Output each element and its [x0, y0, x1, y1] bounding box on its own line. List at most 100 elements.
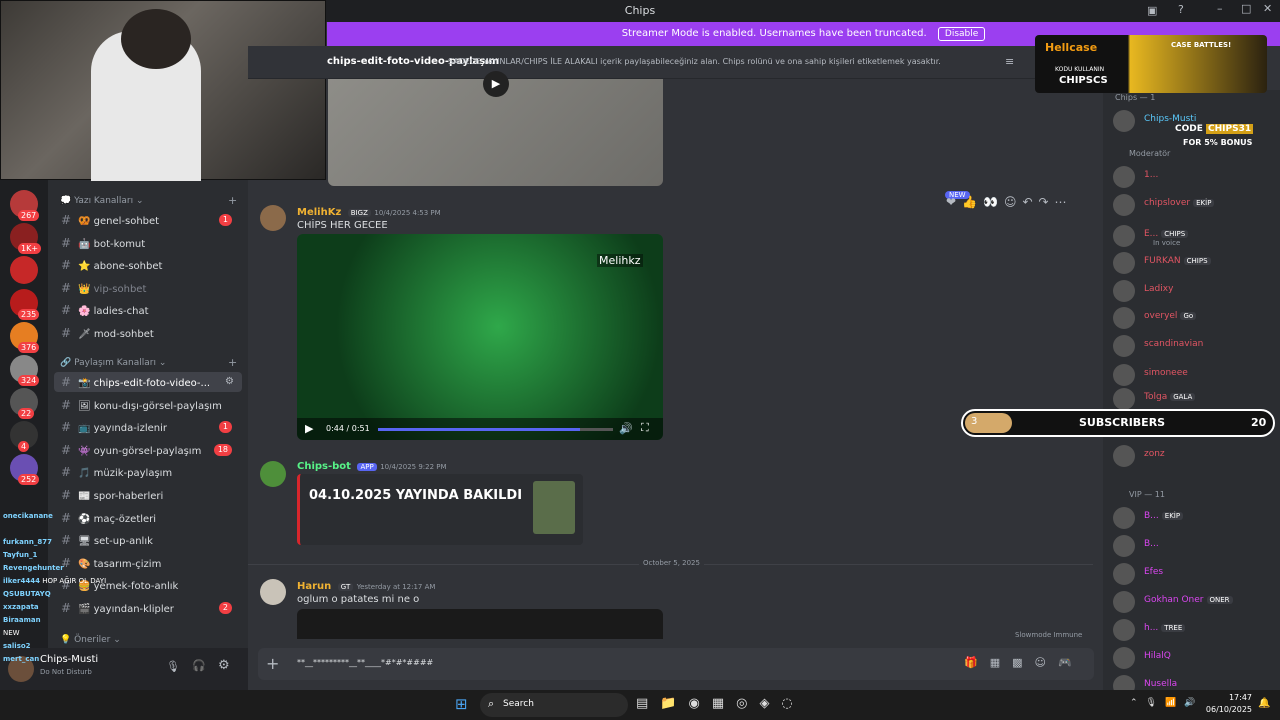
video-player[interactable]: Melihkz ▶ 0:44 / 0:51 🔊 ⛶	[297, 234, 663, 440]
member-item[interactable]: Gokhan Oner ONER	[1113, 589, 1278, 613]
ad-code: CHIPSCS	[1059, 75, 1108, 86]
channel-item[interactable]: # 🌸 ladies-chat	[54, 300, 242, 320]
chat-user: saliso2	[3, 642, 31, 650]
add-attachment-icon[interactable]: +	[266, 654, 279, 673]
message-actions[interactable]: ❤👍👀☺↶↷⋯	[946, 195, 1073, 209]
avatar	[1113, 225, 1135, 247]
streamer-head	[121, 9, 191, 69]
unread-badge: 1	[218, 421, 232, 434]
member-item[interactable]: overyel Go	[1113, 305, 1278, 329]
minimize-button[interactable]: –	[1217, 2, 1223, 15]
member-name: Tolga	[1144, 392, 1168, 402]
category-text[interactable]: 💭 Yazı Kanalları ⌄	[60, 196, 144, 206]
disable-button[interactable]: Disable	[937, 27, 986, 41]
channel-topic[interactable]: SADECE YAYINLAR/CHIPS İLE ALAKALI içerik…	[448, 57, 983, 66]
member-item[interactable]: scandinavian	[1113, 333, 1278, 357]
member-item[interactable]: Efes	[1113, 561, 1278, 585]
avatar[interactable]	[260, 579, 286, 605]
member-item[interactable]: chipslover EKİP	[1113, 192, 1278, 216]
video-player[interactable]	[297, 609, 663, 639]
channel-item[interactable]: # 🥨 genel-sohbet 1	[54, 210, 242, 230]
channel-item[interactable]: # 🎵 müzik-paylaşım	[54, 462, 242, 482]
channel-item[interactable]: # 👾 oyun-görsel-paylaşım 18	[54, 440, 242, 460]
play-icon[interactable]: ▶	[483, 71, 509, 97]
author-name[interactable]: Harun	[297, 581, 331, 592]
member-tag: ONER	[1206, 596, 1233, 604]
member-name: Gokhan Oner	[1144, 595, 1204, 605]
avatar[interactable]	[260, 461, 286, 487]
member-item[interactable]: Ladixy	[1113, 278, 1278, 302]
member-name: Ladixy	[1144, 284, 1174, 294]
member-item[interactable]: B... EKİP	[1113, 505, 1278, 529]
add-channel-icon[interactable]: +	[228, 356, 237, 369]
channel-emoji: 🎵	[78, 468, 91, 480]
threads-icon[interactable]: ≡	[1005, 55, 1014, 68]
taskbar-search[interactable]: ⌕ Search	[480, 693, 628, 717]
member-name: zonz	[1144, 449, 1165, 459]
member-item[interactable]: zonz	[1113, 443, 1278, 467]
ad2-code: CODE CHIPS31	[1175, 124, 1254, 134]
member-item[interactable]: simoneee	[1113, 362, 1278, 386]
message-header: Harun GT Yesterday at 12:17 AM	[297, 579, 435, 592]
message-composer: + **__*********__**____*#*#*#### 🎁▦▩☺🎮	[258, 648, 1094, 680]
fullscreen-icon[interactable]: ⛶	[641, 421, 649, 435]
channel-settings-icon[interactable]: ⚙	[225, 372, 234, 392]
add-channel-icon[interactable]: +	[228, 194, 237, 207]
member-name: scandinavian	[1144, 339, 1204, 349]
close-button[interactable]: ✕	[1263, 2, 1272, 15]
channel-item[interactable]: # 🖼 konu-dışı-görsel-paylaşım	[54, 395, 242, 415]
channel-item[interactable]: # 🤖 bot-komut	[54, 233, 242, 253]
member-item[interactable]: h... TREE	[1113, 617, 1278, 641]
channel-label: ladies-chat	[93, 306, 149, 318]
help-icon[interactable]: ?	[1178, 3, 1184, 16]
message-input[interactable]: **__*********__**____*#*#*####	[297, 658, 433, 667]
chat-user: Revengehunter	[3, 564, 64, 572]
composer-actions[interactable]: 🎁▦▩☺🎮	[964, 656, 1084, 669]
video-progress-track[interactable]	[378, 428, 613, 431]
channel-item[interactable]: # 📰 spor-haberleri	[54, 485, 242, 505]
system-tray[interactable]: ⌃🎙📶🔊	[1130, 698, 1203, 708]
channel-item[interactable]: # ⭐ abone-sohbet	[54, 255, 242, 275]
avatar[interactable]	[260, 205, 286, 231]
avatar	[1113, 619, 1135, 641]
channel-item[interactable]: # 🗡 mod-sohbet	[54, 323, 242, 343]
notification-icon[interactable]: 🔔	[1258, 698, 1270, 709]
gear-icon[interactable]: ⚙	[218, 658, 230, 673]
author-name[interactable]: MelihKz	[297, 207, 341, 218]
taskbar-apps[interactable]: ▤📁◉▦◎◈◌	[636, 696, 805, 711]
category-share[interactable]: 🔗 Paylaşım Kanalları ⌄	[60, 358, 166, 368]
server-badge: 324	[18, 375, 40, 386]
channel-item[interactable]: # 📺 yayında-izlenir 1	[54, 417, 242, 437]
avatar	[1113, 166, 1135, 188]
chat-line: Biraaman	[3, 616, 41, 624]
member-item[interactable]: E... CHIPS In voice	[1113, 223, 1278, 247]
ad-right: CASE BATTLES!	[1171, 41, 1232, 49]
channel-label: vip-sohbet	[93, 283, 147, 295]
chat-text: HOP AĞIR OL DAYI	[42, 577, 107, 585]
channel-item[interactable]: # 📸 chips-edit-foto-video-... ⚙	[54, 372, 242, 392]
role-header: Chips — 1	[1115, 93, 1156, 102]
chat-user: Tayfun_1	[3, 551, 38, 559]
member-name: chipslover	[1144, 198, 1191, 208]
server-icon[interactable]	[10, 256, 38, 284]
member-name: h...	[1144, 623, 1159, 633]
volume-icon[interactable]: 🔊	[619, 422, 633, 435]
member-item[interactable]: Tolga GALA	[1113, 386, 1278, 410]
channel-emoji: ⭐	[78, 261, 91, 273]
member-item[interactable]: FURKAN CHIPS	[1113, 250, 1278, 274]
play-icon[interactable]: ▶	[305, 422, 313, 435]
author-name[interactable]: Chips-bot	[297, 461, 351, 472]
embed-title[interactable]: 04.10.2025 YAYINDA BAKILDI	[309, 488, 522, 503]
member-item[interactable]: HilalQ	[1113, 645, 1278, 669]
video-thumbnail[interactable]: ▶	[328, 71, 663, 186]
channel-item[interactable]: # 👑 vip-sohbet	[54, 278, 242, 298]
windows-start-icon[interactable]: ⊞	[455, 695, 468, 713]
maximize-button[interactable]: □	[1241, 2, 1251, 15]
member-item[interactable]: B...	[1113, 533, 1278, 557]
user-tag: GT	[337, 583, 354, 591]
member-item[interactable]: 1...	[1113, 164, 1278, 188]
chat-line: onecikanane	[3, 512, 53, 520]
video-controls: ▶ 0:44 / 0:51 🔊 ⛶	[297, 418, 663, 440]
inbox-icon[interactable]: ▣	[1147, 4, 1157, 17]
embed-thumbnail[interactable]	[533, 481, 575, 534]
